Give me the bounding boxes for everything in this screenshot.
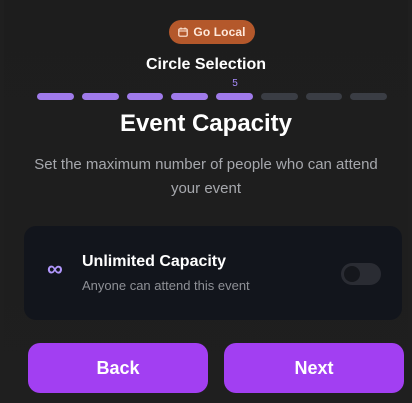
- infinity-icon: ∞: [47, 256, 63, 281]
- progress-segment: [216, 93, 253, 100]
- unlimited-capacity-subtitle: Anyone can attend this event: [82, 278, 250, 293]
- badge-label: Go Local: [193, 25, 246, 39]
- step-number: 5: [232, 78, 238, 89]
- toggle-knob: [344, 266, 360, 282]
- progress-segment: [81, 93, 119, 100]
- next-button[interactable]: Next: [224, 343, 404, 393]
- progress-segment: [37, 93, 74, 100]
- page-subtitle: Set the maximum number of people who can…: [34, 156, 378, 197]
- progress-segment: [305, 93, 343, 100]
- progress-segment: [171, 93, 208, 100]
- unlimited-capacity-toggle[interactable]: [341, 263, 381, 285]
- unlimited-capacity-title: Unlimited Capacity: [82, 253, 227, 270]
- screen: Go Local Circle Selection 5 Event Capaci…: [4, 0, 408, 403]
- progress-segment: [260, 93, 298, 100]
- go-local-badge: Go Local: [169, 20, 255, 44]
- progress-segment: [126, 93, 164, 100]
- circle-selection-title: Circle Selection: [145, 56, 267, 73]
- page-title: Event Capacity: [119, 110, 293, 137]
- progress-bar: [37, 93, 387, 101]
- progress-segment: [350, 93, 387, 100]
- calendar-icon: [178, 27, 189, 37]
- back-button[interactable]: Back: [28, 343, 208, 393]
